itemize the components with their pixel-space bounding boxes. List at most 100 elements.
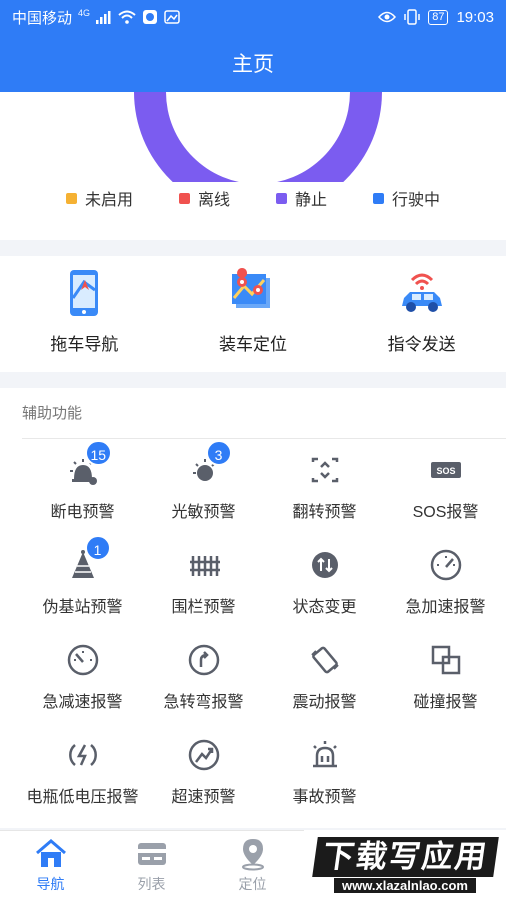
vibration-icon [307, 642, 343, 678]
vehicle-status-chart-card: 未启用 离线 静止 行驶中 [0, 92, 506, 240]
aux-item-rapid-deceleration[interactable]: 急减速报警 [22, 634, 143, 729]
watermark-url: www.xlazalnlao.com [334, 878, 476, 893]
app-notification-icon [143, 10, 158, 24]
donut-segment-static [134, 92, 382, 182]
quick-action-label: 拖车导航 [50, 335, 119, 354]
chart-legend: 未启用 离线 静止 行驶中 [0, 186, 506, 210]
map-pins-icon [232, 268, 270, 308]
flip-icon [307, 452, 343, 488]
eye-icon [378, 11, 397, 23]
aux-item-label: SOS报警 [412, 504, 479, 521]
legend-label-static: 静止 [295, 192, 328, 209]
aux-item-power-alarm[interactable]: 15 断电预警 [22, 440, 143, 539]
aux-item-label: 光敏预警 [171, 504, 236, 521]
aux-item-collision[interactable]: 碰撞报警 [385, 634, 506, 729]
aux-item-label: 急加速报警 [405, 599, 486, 616]
unread-count-badge: 1 [84, 535, 111, 561]
aux-item-light-sensor[interactable]: 3 光敏预警 [143, 440, 264, 539]
aux-item-label: 急减速报警 [42, 694, 123, 711]
watermark-text: 下载写应用 [311, 837, 499, 877]
legend-swatch-inactive [65, 192, 77, 204]
signal-icon [96, 10, 111, 24]
sos-icon: SOS [428, 452, 464, 488]
home-icon [35, 839, 66, 867]
aux-item-vibration[interactable]: 震动报警 [264, 634, 385, 729]
aux-item-flip[interactable]: 翻转预警 [264, 444, 385, 539]
tab-label: 列表 [137, 876, 166, 892]
base-station-icon: 1 [65, 535, 111, 583]
aux-item-rapid-acceleration[interactable]: 急加速报警 [385, 539, 506, 634]
aux-item-low-voltage[interactable]: 电瓶低电压报警 [22, 729, 143, 824]
accelerate-icon [428, 547, 464, 583]
carrier-label: 中国移动 [12, 9, 73, 27]
aux-item-label: 翻转预警 [292, 504, 357, 521]
legend-item-inactive: 未启用 [65, 186, 133, 210]
aux-item-label: 状态变更 [292, 599, 357, 616]
unread-count-badge: 15 [84, 440, 113, 466]
battery-indicator: 87 [428, 9, 449, 25]
aux-item-label: 伪基站预警 [42, 599, 123, 616]
tab-navigation[interactable]: 导航 [0, 831, 101, 900]
tab-label: 导航 [36, 876, 65, 892]
phone-map-icon [70, 270, 99, 316]
legend-swatch-driving [373, 192, 385, 204]
divider [22, 438, 506, 439]
svg-text:SOS: SOS [436, 466, 455, 476]
quick-action-load-positioning[interactable]: 装车定位 [169, 256, 338, 372]
aux-item-label: 断电预警 [50, 504, 115, 521]
clock: 19:03 [456, 8, 494, 26]
quick-action-send-command[interactable]: 指令发送 [337, 256, 506, 372]
legend-label-driving: 行驶中 [392, 192, 441, 209]
car-signal-icon [401, 273, 442, 312]
aux-item-accident[interactable]: 事故预警 [264, 729, 385, 824]
aux-item-fence[interactable]: 围栏预警 [143, 539, 264, 634]
aux-item-label: 震动报警 [292, 694, 357, 711]
light-sensor-icon: 3 [186, 440, 232, 488]
overspeed-icon [186, 737, 222, 773]
legend-label-inactive: 未启用 [84, 192, 133, 209]
aux-item-label: 超速预警 [171, 789, 236, 806]
aux-item-label: 急转弯报警 [163, 694, 244, 711]
quick-action-tow-navigation[interactable]: 拖车导航 [0, 256, 169, 372]
legend-item-offline: 离线 [178, 186, 230, 210]
aux-item-status-change[interactable]: 状态变更 [264, 539, 385, 634]
watermark-logo: 下载写应用 www.xlazalnlao.com [304, 830, 506, 900]
header-bar: 主页 [0, 34, 506, 92]
accident-icon [307, 737, 343, 773]
section-title: 辅助功能 [22, 405, 83, 422]
list-card-icon [137, 843, 166, 865]
collision-icon [428, 642, 464, 678]
tab-location[interactable]: 定位 [202, 831, 303, 900]
network-type-label: 4G [78, 8, 91, 18]
fence-icon [186, 547, 222, 583]
auxiliary-functions-card: 辅助功能 15 断电预警 3 光敏预警 翻转预警 SOS SOS报警 1 伪基站… [0, 388, 506, 828]
legend-item-driving: 行驶中 [373, 186, 440, 210]
decelerate-icon [65, 642, 101, 678]
aux-item-label: 围栏预警 [171, 599, 236, 616]
legend-swatch-offline [178, 192, 190, 204]
low-voltage-icon [65, 737, 101, 773]
location-pin-icon [241, 839, 264, 871]
legend-label-offline: 离线 [197, 192, 230, 209]
aux-function-grid: 15 断电预警 3 光敏预警 翻转预警 SOS SOS报警 1 伪基站预警 围栏… [0, 440, 506, 824]
status-bar: 中国移动 4G 87 19:03 [0, 0, 506, 34]
aux-item-overspeed[interactable]: 超速预警 [143, 729, 264, 824]
aux-item-label: 电瓶低电压报警 [26, 789, 139, 806]
aux-item-sharp-turn[interactable]: 急转弯报警 [143, 634, 264, 729]
page-title: 主页 [232, 53, 274, 76]
quick-actions-card: 拖车导航 装车定位 指令发送 [0, 256, 506, 372]
image-notification-icon [164, 10, 180, 24]
legend-item-static: 静止 [276, 186, 327, 210]
tab-label: 定位 [238, 876, 267, 892]
vehicle-status-donut-chart [134, 92, 382, 182]
status-change-icon [307, 547, 343, 583]
power-alarm-icon: 15 [65, 440, 113, 488]
aux-item-base-station[interactable]: 1 伪基站预警 [22, 535, 143, 634]
aux-item-label: 事故预警 [292, 789, 357, 806]
aux-item-sos[interactable]: SOS SOS报警 [385, 444, 506, 539]
wifi-icon [118, 10, 136, 24]
tab-list[interactable]: 列表 [101, 831, 202, 900]
unread-count-badge: 3 [205, 440, 232, 466]
quick-action-label: 指令发送 [387, 335, 456, 354]
vibrate-icon [404, 9, 420, 25]
